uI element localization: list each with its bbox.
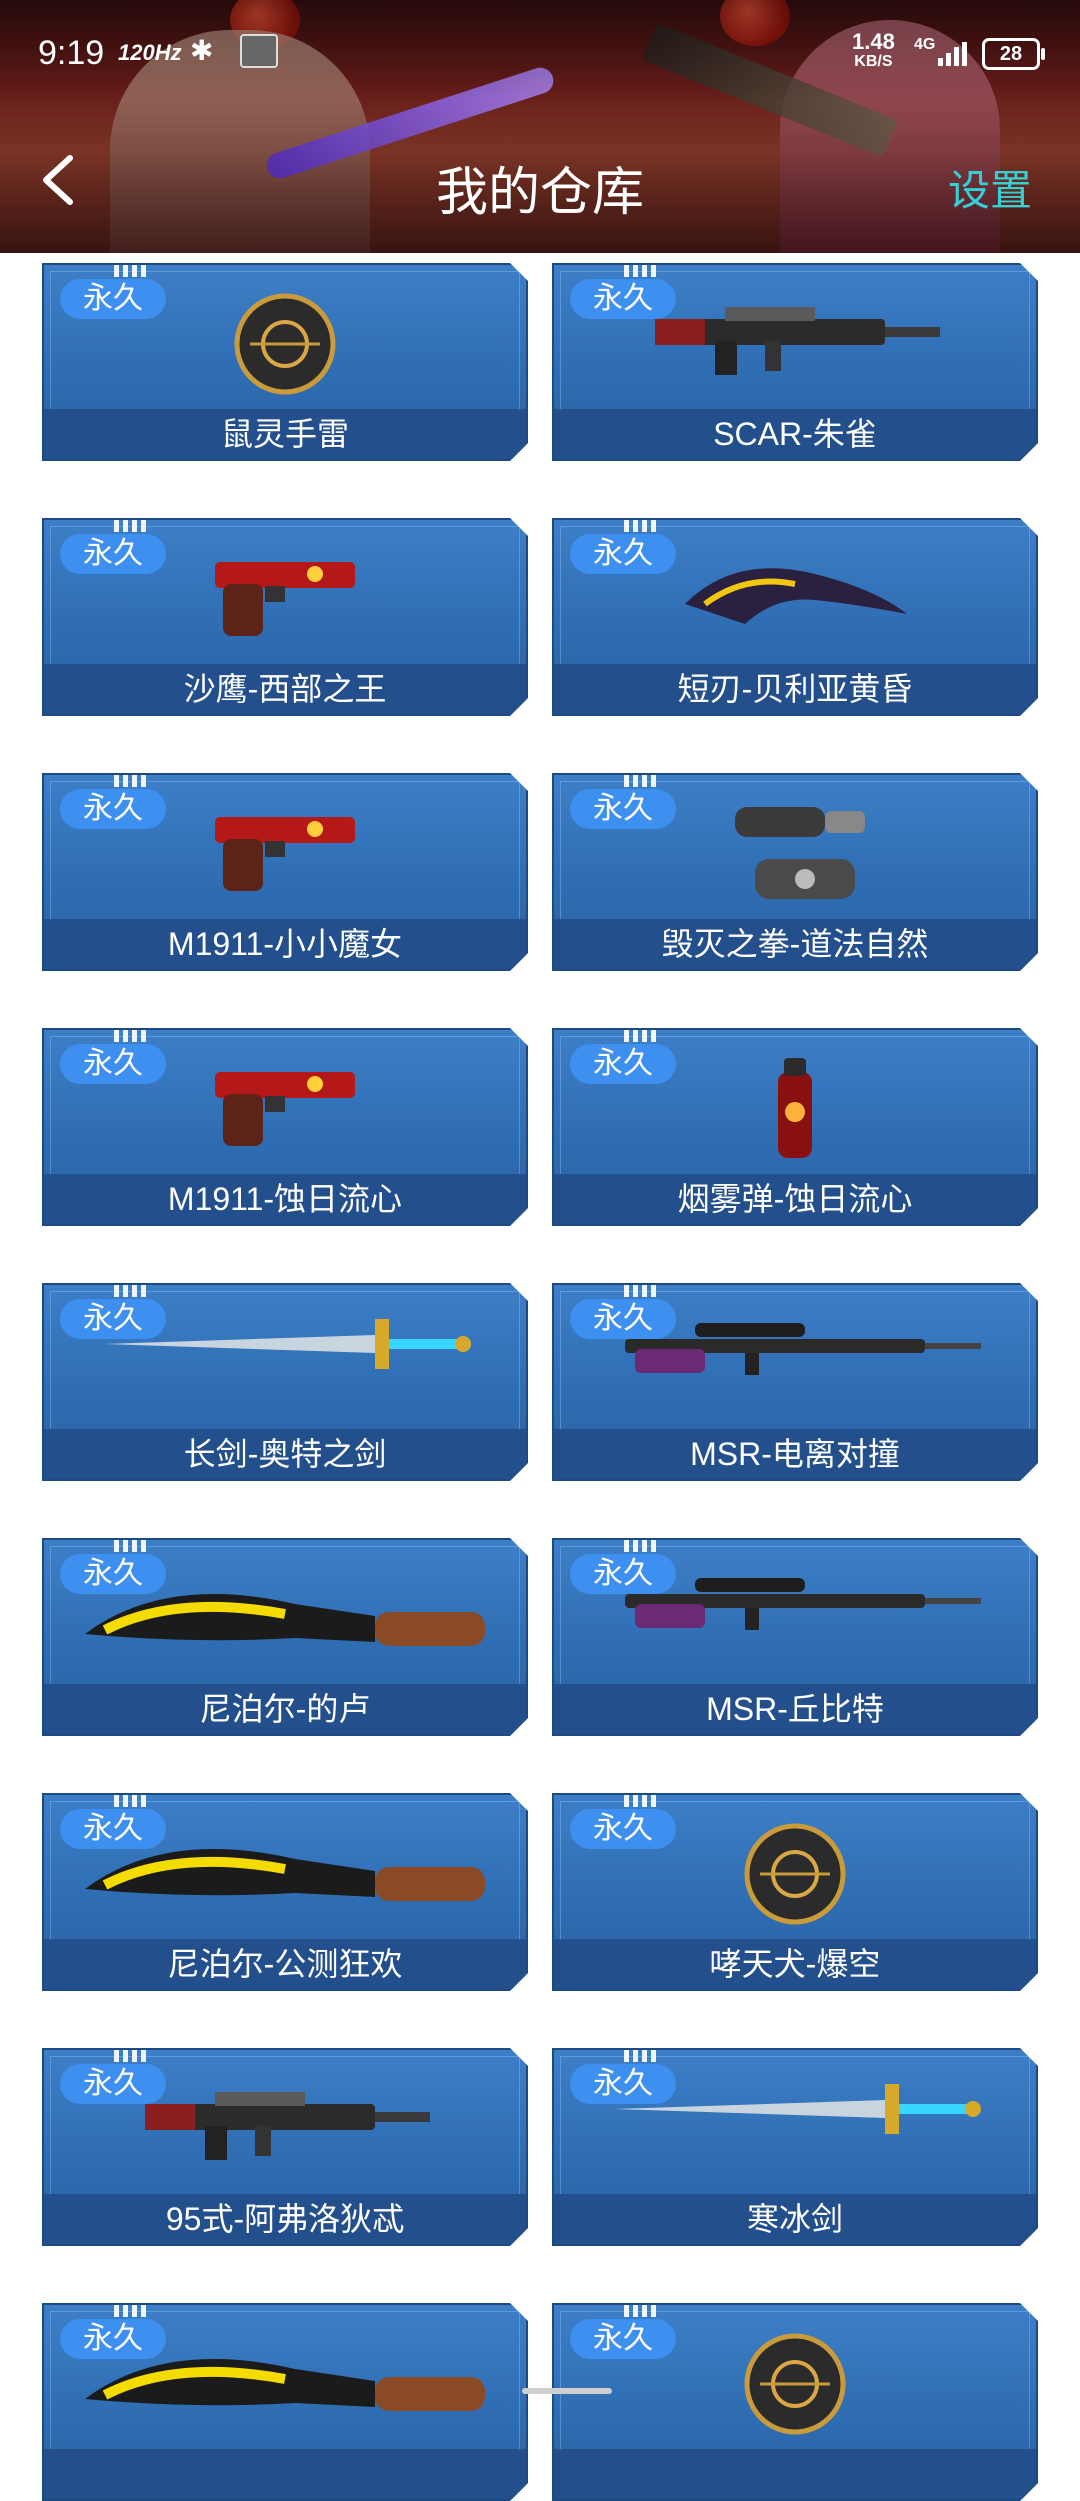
notification-icon bbox=[240, 34, 278, 68]
battery-indicator: 28 bbox=[982, 38, 1045, 70]
item-name: M1911-小小魔女 bbox=[44, 919, 526, 969]
inventory-card[interactable]: 永久 M1911-蚀日流心 bbox=[42, 1028, 528, 1226]
settings-button[interactable]: 设置 bbox=[948, 157, 1032, 218]
card-notch-decoration bbox=[114, 1285, 148, 1297]
item-name: 哮天犬-爆空 bbox=[554, 1939, 1036, 1989]
grenade-icon bbox=[230, 289, 340, 404]
permanent-badge: 永久 bbox=[60, 1044, 166, 1084]
card-notch-decoration bbox=[114, 265, 148, 277]
item-name: 长剑-奥特之剑 bbox=[44, 1429, 526, 1479]
network-type: 4G bbox=[914, 36, 936, 53]
card-notch-decoration bbox=[624, 2050, 658, 2062]
card-notch-decoration bbox=[624, 1285, 658, 1297]
permanent-badge: 永久 bbox=[570, 2319, 676, 2359]
inventory-card[interactable]: 永久尼泊尔-公测狂欢 bbox=[42, 1793, 528, 1991]
permanent-badge: 永久 bbox=[570, 1809, 676, 1849]
status-time: 9:19 bbox=[38, 34, 105, 72]
item-name: 短刃-贝利亚黄昏 bbox=[554, 664, 1036, 714]
item-name: 寒冰剑 bbox=[554, 2194, 1036, 2244]
permanent-badge: 永久 bbox=[570, 789, 676, 829]
inventory-card[interactable]: 永久寒冰剑 bbox=[552, 2048, 1038, 2246]
inventory-card[interactable]: 永久 bbox=[552, 2303, 1038, 2501]
grenade-icon bbox=[740, 1819, 850, 1934]
card-notch-decoration bbox=[624, 265, 658, 277]
card-notch-decoration bbox=[114, 1795, 148, 1807]
signal-icon bbox=[938, 42, 967, 66]
card-notch-decoration bbox=[624, 775, 658, 787]
inventory-card[interactable]: 永久 MSR-丘比特 bbox=[552, 1538, 1038, 1736]
scrollbar[interactable] bbox=[522, 2388, 612, 2394]
page-title: 我的仓库 bbox=[435, 164, 644, 222]
pistol-icon bbox=[205, 1054, 365, 1159]
inventory-card[interactable]: 永久哮天犬-爆空 bbox=[552, 1793, 1038, 1991]
permanent-badge: 永久 bbox=[60, 279, 166, 319]
permanent-badge: 永久 bbox=[60, 2319, 166, 2359]
item-name: 毁灭之拳-道法自然 bbox=[554, 919, 1036, 969]
permanent-badge: 永久 bbox=[60, 2064, 166, 2104]
permanent-badge: 永久 bbox=[60, 1554, 166, 1594]
smoke-grenade-icon bbox=[770, 1054, 820, 1169]
card-notch-decoration bbox=[624, 1795, 658, 1807]
permanent-badge: 永久 bbox=[60, 789, 166, 829]
inventory-card[interactable]: 永久尼泊尔-的卢 bbox=[42, 1538, 528, 1736]
card-notch-decoration bbox=[114, 2050, 148, 2062]
card-notch-decoration bbox=[114, 775, 148, 787]
inventory-card[interactable]: 永久 bbox=[42, 2303, 528, 2501]
item-name: MSR-丘比特 bbox=[554, 1684, 1036, 1734]
grenade-icon bbox=[740, 2329, 850, 2444]
permanent-badge: 永久 bbox=[60, 534, 166, 574]
pistol-icon bbox=[205, 799, 365, 904]
network-speed: 1.48 KB/S bbox=[852, 29, 895, 71]
card-notch-decoration bbox=[624, 520, 658, 532]
item-name: 95式-阿弗洛狄忒 bbox=[44, 2194, 526, 2244]
item-name: MSR-电离对撞 bbox=[554, 1429, 1036, 1479]
item-name: M1911-蚀日流心 bbox=[44, 1174, 526, 1224]
refresh-rate: 120Hz bbox=[118, 40, 182, 65]
permanent-badge: 永久 bbox=[60, 1299, 166, 1339]
inventory-card[interactable]: 永久烟雾弹-蚀日流心 bbox=[552, 1028, 1038, 1226]
inventory-card[interactable]: 永久 SCAR-朱雀 bbox=[552, 263, 1038, 461]
card-notch-decoration bbox=[114, 2305, 148, 2317]
gauntlet-icon bbox=[715, 799, 875, 914]
bluetooth-icon: ✱ bbox=[190, 35, 214, 66]
item-name: 沙鹰-西部之王 bbox=[44, 664, 526, 714]
permanent-badge: 永久 bbox=[570, 279, 676, 319]
item-name bbox=[44, 2449, 526, 2499]
item-name: 鼠灵手雷 bbox=[44, 409, 526, 459]
pistol-icon bbox=[205, 544, 365, 649]
permanent-badge: 永久 bbox=[570, 534, 676, 574]
inventory-card[interactable]: 永久沙鹰-西部之王 bbox=[42, 518, 528, 716]
header-banner: 9:19 120Hz ✱ 1.48 KB/S 4G 28 我的仓库 设置 bbox=[0, 0, 1080, 253]
card-notch-decoration bbox=[114, 1030, 148, 1042]
card-notch-decoration bbox=[114, 520, 148, 532]
inventory-card[interactable]: 永久短刃-贝利亚黄昏 bbox=[552, 518, 1038, 716]
permanent-badge: 永久 bbox=[570, 1044, 676, 1084]
item-name bbox=[554, 2449, 1036, 2499]
rifle-icon bbox=[645, 289, 945, 384]
card-notch-decoration bbox=[114, 1540, 148, 1552]
rifle-icon bbox=[135, 2074, 435, 2169]
item-name: 尼泊尔-的卢 bbox=[44, 1684, 526, 1734]
inventory-card[interactable]: 永久毁灭之拳-道法自然 bbox=[552, 773, 1038, 971]
inventory-card[interactable]: 永久 95式-阿弗洛狄忒 bbox=[42, 2048, 528, 2246]
blade-icon bbox=[675, 544, 915, 649]
inventory-card[interactable]: 永久 M1911-小小魔女 bbox=[42, 773, 528, 971]
inventory-card[interactable]: 永久 MSR-电离对撞 bbox=[552, 1283, 1038, 1481]
card-notch-decoration bbox=[624, 1540, 658, 1552]
inventory-card[interactable]: 永久鼠灵手雷 bbox=[42, 263, 528, 461]
item-name: SCAR-朱雀 bbox=[554, 409, 1036, 459]
permanent-badge: 永久 bbox=[570, 1299, 676, 1339]
item-name: 尼泊尔-公测狂欢 bbox=[44, 1939, 526, 1989]
permanent-badge: 永久 bbox=[570, 2064, 676, 2104]
permanent-badge: 永久 bbox=[60, 1809, 166, 1849]
inventory-card[interactable]: 永久长剑-奥特之剑 bbox=[42, 1283, 528, 1481]
item-name: 烟雾弹-蚀日流心 bbox=[554, 1174, 1036, 1224]
card-notch-decoration bbox=[624, 1030, 658, 1042]
card-notch-decoration bbox=[624, 2305, 658, 2317]
permanent-badge: 永久 bbox=[570, 1554, 676, 1594]
